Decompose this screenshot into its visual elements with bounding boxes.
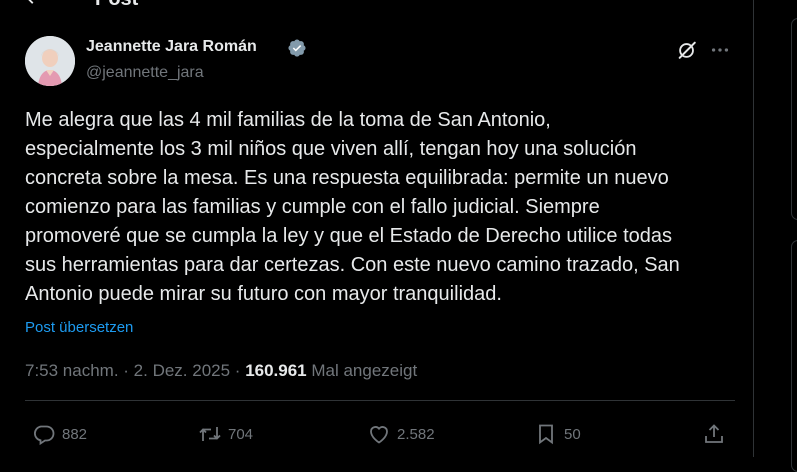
repost-count: 704 [228, 425, 254, 443]
bookmark-icon [539, 424, 553, 445]
arrow-left-icon [28, 0, 34, 4]
bookmark-button[interactable]: 50 [534, 421, 581, 447]
sidebar-panel [791, 240, 797, 472]
share-button[interactable] [702, 421, 726, 447]
reply-icon [34, 425, 55, 446]
like-button[interactable]: 2.582 [367, 421, 435, 447]
top-bar: Post [0, 0, 754, 16]
post-text: Me alegra que las 4 mil familias de la t… [25, 109, 680, 305]
reply-button[interactable]: 882 [32, 421, 87, 447]
page-title: Post [95, 0, 138, 11]
avatar[interactable] [25, 36, 75, 86]
heart-icon [370, 426, 388, 444]
author-name[interactable]: Jeannette Jara Román [86, 38, 257, 56]
author-handle[interactable]: @jeannette_jara [86, 64, 204, 82]
post-detail-column: Post Jeannette Jara Román @jeannette_jar… [0, 0, 754, 457]
reply-count: 882 [62, 425, 88, 443]
divider [25, 400, 735, 401]
like-count: 2.582 [397, 425, 435, 443]
verified-badge-icon[interactable] [287, 38, 307, 58]
sidebar-panel [791, 18, 797, 220]
translate-post-link[interactable]: Post übersetzen [25, 319, 133, 336]
grok-icon[interactable] [676, 39, 698, 61]
views-label: Mal angezeigt [306, 361, 418, 380]
share-icon [705, 424, 723, 443]
repost-button[interactable]: 704 [198, 421, 253, 447]
bookmark-count: 50 [564, 425, 581, 443]
more-options-icon[interactable] [709, 39, 731, 61]
sidebar-edge [755, 0, 797, 472]
profile-photo [25, 36, 75, 86]
post-meta: 7:53 nachm. · 2. Dez. 2025 · 160.961 Mal… [25, 361, 417, 381]
back-button[interactable] [22, 0, 52, 16]
post-time[interactable]: 7:53 nachm. [25, 361, 119, 380]
repost-icon [199, 427, 221, 441]
meta-separator-views: · [230, 361, 246, 380]
meta-separator: · [118, 361, 134, 380]
post-date[interactable]: 2. Dez. 2025 [134, 361, 230, 380]
views-count: 160.961 [245, 361, 307, 380]
